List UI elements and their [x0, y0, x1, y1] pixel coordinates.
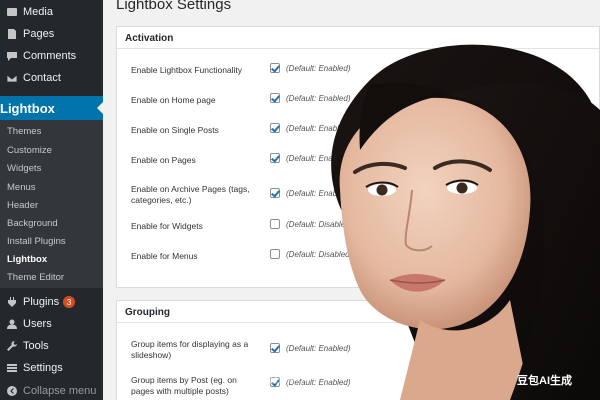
submenu-item-customize[interactable]: Customize — [7, 145, 52, 156]
submenu-item-menus[interactable]: Menus — [7, 182, 36, 193]
setting-label: Enable on Single Posts — [131, 125, 219, 135]
nav-label: Plugins — [23, 296, 60, 308]
setting-label: Enable for Widgets — [131, 221, 203, 231]
enable-widgets-checkbox[interactable] — [270, 219, 280, 229]
enable-single-posts-checkbox[interactable] — [270, 123, 280, 133]
nav-item-tools[interactable]: Tools — [0, 336, 103, 356]
nav-label: Lightbox — [0, 100, 55, 116]
update-count-badge: 3 — [63, 296, 76, 308]
nav-label: Contact — [23, 72, 61, 84]
submenu-item-themes[interactable]: Themes — [7, 126, 41, 137]
nav-label: Comments — [23, 50, 77, 62]
nav-label: Media — [23, 6, 53, 18]
enable-menus-checkbox[interactable] — [270, 249, 280, 259]
portrait-photo — [300, 40, 600, 400]
enable-pages-checkbox[interactable] — [270, 153, 280, 163]
page-title: Lightbox Settings — [116, 0, 232, 13]
collapse-menu-button[interactable]: Collapse menu — [0, 381, 103, 400]
nav-label: Pages — [23, 28, 55, 40]
nav-item-comments[interactable]: Comments — [0, 46, 103, 66]
stock-watermark: ▭ 图 片 件 — [254, 372, 312, 386]
submenu: Themes Customize Widgets Menus Header Ba… — [0, 120, 103, 288]
media-icon — [6, 6, 18, 18]
nav-label: Users — [23, 318, 52, 330]
setting-label: Enable on Archive Pages (tags, categorie… — [131, 184, 250, 205]
submenu-item-background[interactable]: Background — [7, 218, 58, 229]
nav-item-contact[interactable]: Contact — [0, 68, 103, 88]
nav-label: Tools — [23, 340, 49, 352]
collapse-icon — [6, 385, 18, 397]
ai-generated-mark: 豆包AI生成 — [517, 375, 572, 387]
enable-home-checkbox[interactable] — [270, 93, 280, 103]
setting-label: Enable for Menus — [131, 251, 198, 261]
nav-item-media[interactable]: Media — [0, 2, 103, 22]
group-slideshow-checkbox[interactable] — [270, 343, 280, 353]
nav-item-users[interactable]: Users — [0, 314, 103, 334]
submenu-item-header[interactable]: Header — [7, 200, 38, 211]
admin-sidebar: Media Pages Comments Contact Lightbox Th… — [0, 0, 103, 400]
submenu-item-widgets[interactable]: Widgets — [7, 163, 41, 174]
setting-label: Enable on Pages — [131, 155, 196, 165]
setting-label: Enable on Home page — [131, 95, 216, 105]
setting-label: Group items for displaying as a slidesho… — [131, 339, 249, 360]
settings-icon — [6, 362, 18, 374]
enable-lightbox-checkbox[interactable] — [270, 63, 280, 73]
wrench-icon — [6, 340, 18, 352]
submenu-item-install-plugins[interactable]: Install Plugins — [7, 236, 66, 247]
submenu-item-lightbox[interactable]: Lightbox — [7, 254, 47, 265]
nav-label: Collapse menu — [23, 385, 97, 397]
nav-item-lightbox[interactable]: Lightbox — [0, 96, 103, 124]
nav-item-pages[interactable]: Pages — [0, 24, 103, 44]
pages-icon — [6, 28, 18, 40]
nav-item-settings[interactable]: Settings — [0, 358, 103, 378]
submenu-item-theme-editor[interactable]: Theme Editor — [7, 272, 64, 283]
comments-icon — [6, 50, 18, 62]
plugin-icon — [6, 296, 18, 308]
nav-label: Settings — [23, 362, 63, 374]
nav-item-plugins[interactable]: Plugins 3 — [0, 292, 103, 312]
mail-icon — [6, 72, 18, 84]
enable-archive-checkbox[interactable] — [270, 188, 280, 198]
users-icon — [6, 318, 18, 330]
setting-label: Enable Lightbox Functionality — [131, 65, 243, 75]
setting-label: Group items by Post (eg. on pages with m… — [131, 375, 237, 396]
